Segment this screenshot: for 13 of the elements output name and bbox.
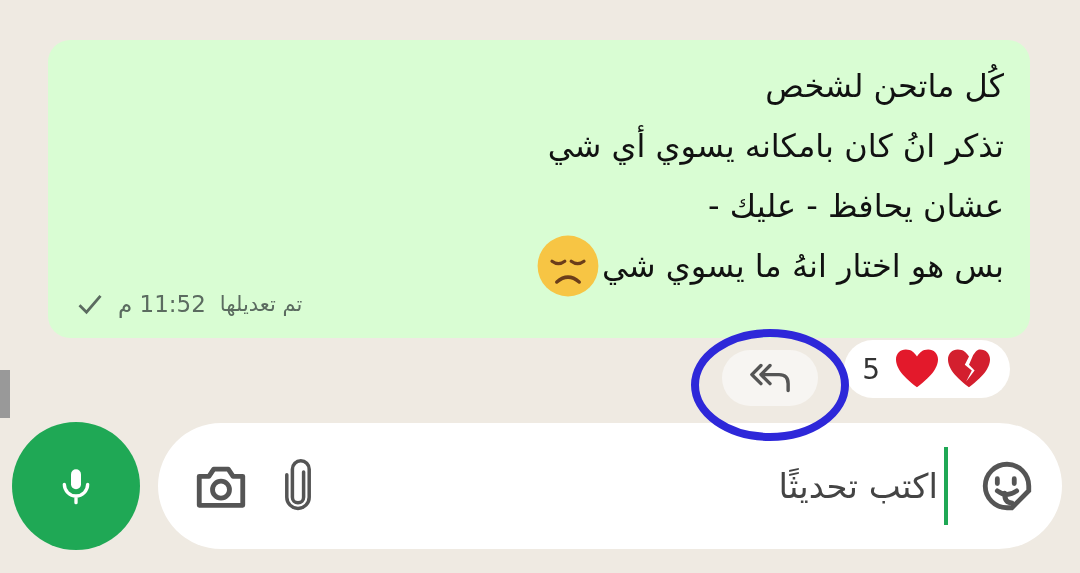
message-field[interactable]: اكتب تحديثًا [346, 447, 948, 525]
message-bar[interactable]: اكتب تحديثًا [158, 423, 1062, 549]
message-time: 11:52 م [118, 291, 206, 317]
reactions-pill[interactable]: 5 [844, 340, 1010, 398]
heart-icon [894, 348, 940, 390]
message-text: عشان يحافظ - عليك - [708, 187, 1004, 225]
forward-button[interactable] [722, 350, 819, 406]
edited-label: تم تعديلها [219, 292, 303, 316]
broken-heart-icon [946, 348, 992, 390]
sad-face-icon [535, 234, 600, 298]
reaction-count: 5 [862, 352, 880, 386]
message-text: بس هو اختار انهُ ما يسوي شي [601, 247, 1004, 285]
message-text: تذكر انُ كان بامكانه يسوي أي شي [547, 127, 1004, 165]
